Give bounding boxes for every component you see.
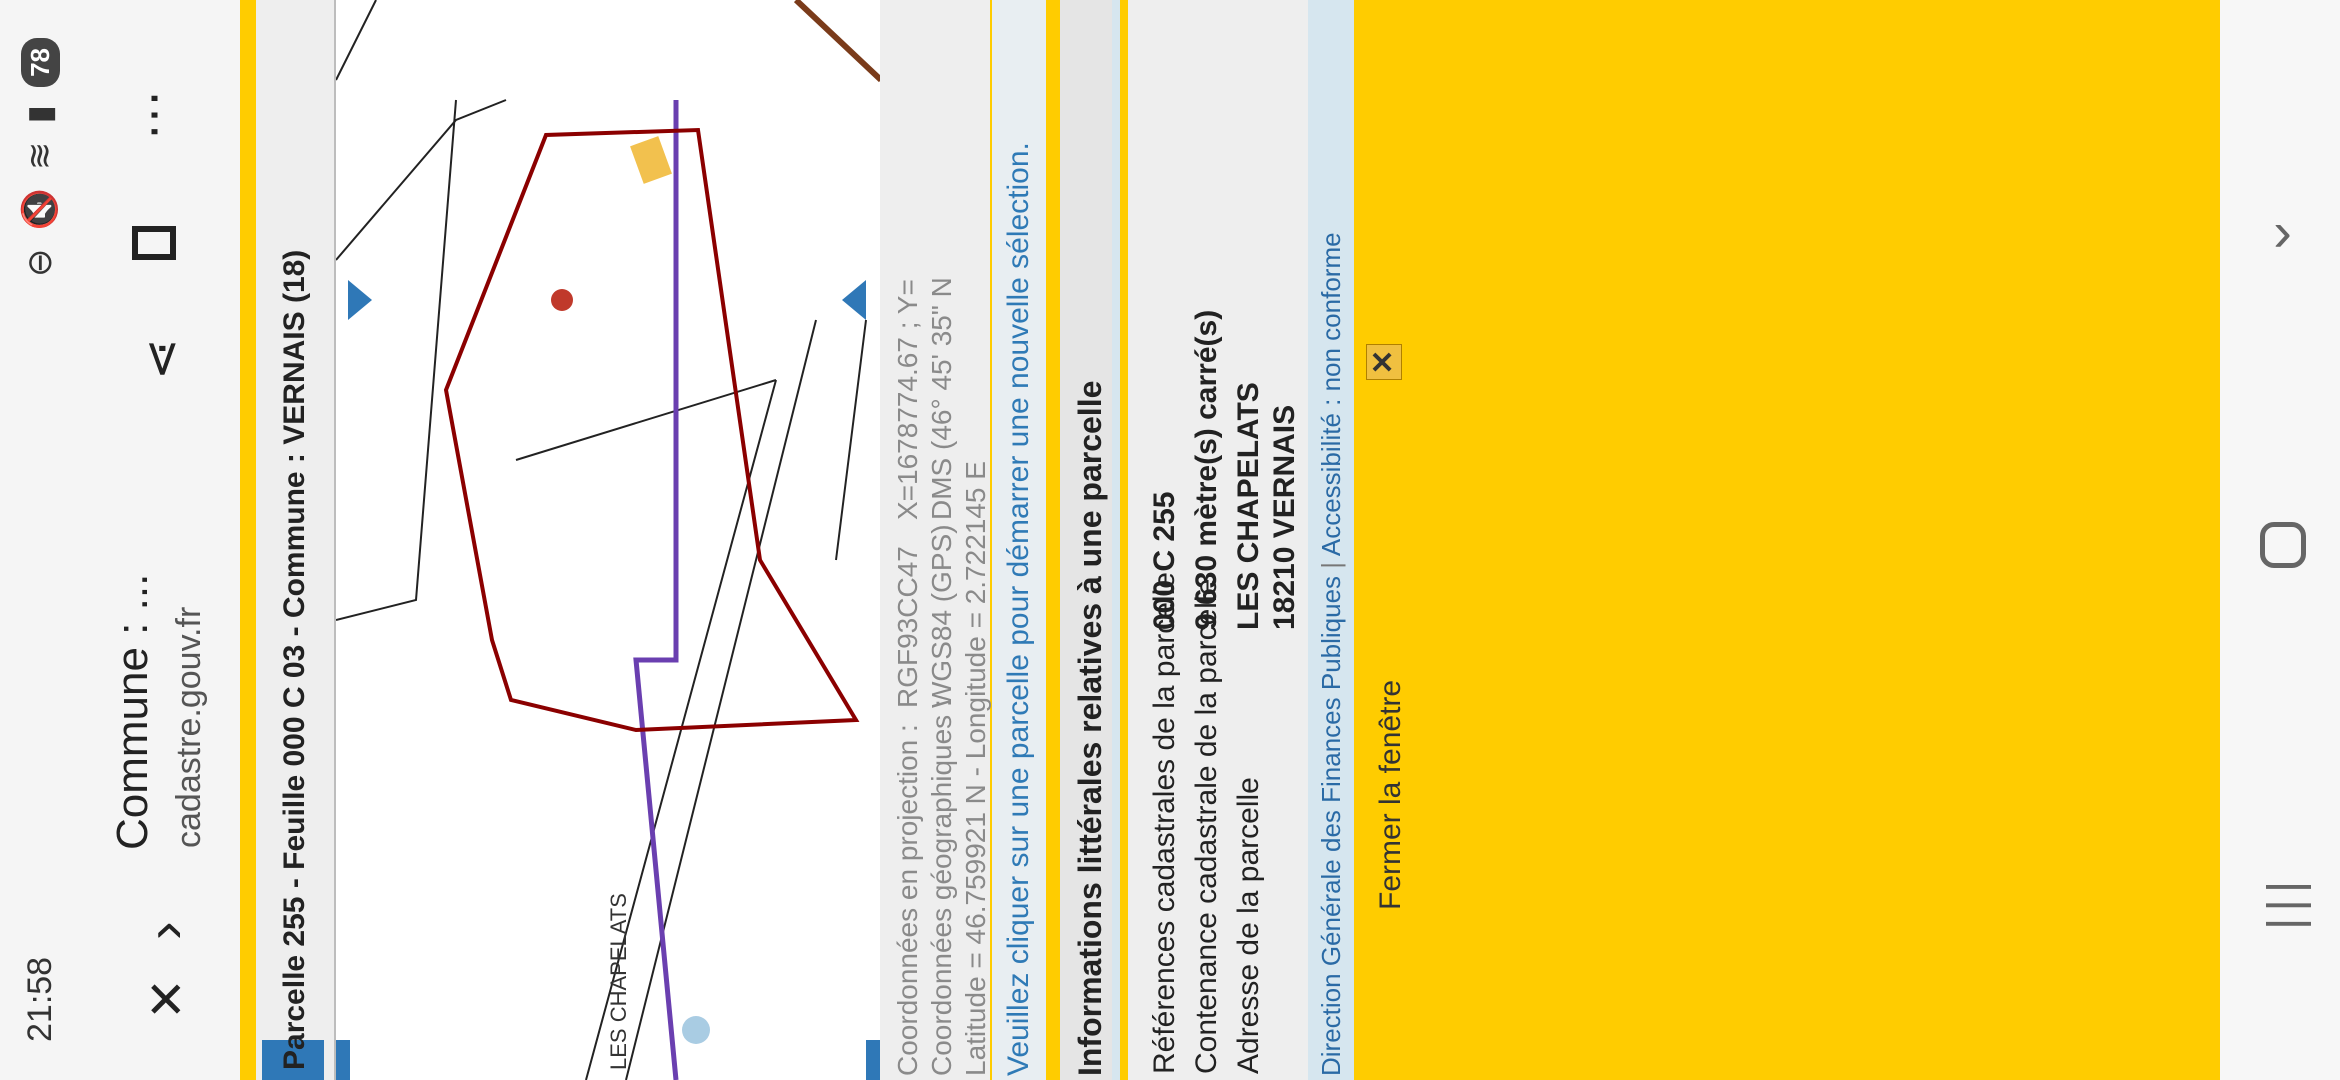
map-scale-bar: [336, 1040, 350, 1080]
bookmark-icon[interactable]: [132, 226, 176, 260]
footer-separator: |: [1316, 561, 1346, 569]
map-canvas[interactable]: LES CHAPELATS: [336, 0, 880, 1080]
decimal-coords: Latitude = 46.759921 N - Longitude = 2.7…: [960, 461, 991, 1076]
footer-links: Direction Générale des Finances Publique…: [1308, 0, 1354, 1080]
signal-icon: ▮: [21, 104, 59, 124]
brown-road: [793, 0, 880, 83]
cadastre-map[interactable]: LES CHAPELATS: [336, 0, 880, 1080]
dgfip-link[interactable]: Direction Générale des Finances Publique…: [1316, 576, 1346, 1076]
geo-system: WGS84 (GPS): [926, 524, 957, 708]
map-arrow-up-icon: [348, 280, 372, 320]
close-window-icon[interactable]: ✕: [1366, 344, 1402, 380]
android-nav-bar: ||| ‹: [2220, 0, 2340, 1080]
commune-border: [633, 100, 679, 1080]
info-label: Contenance cadastrale de la parcelle: [1190, 578, 1223, 1074]
geo-value: DMS (46° 45' 35" N: [926, 277, 957, 520]
map-line: [336, 99, 457, 621]
parcel-header: Parcelle 255 - Feuille 000 C 03 - Commun…: [256, 0, 338, 1080]
share-icon[interactable]: ⋖: [132, 338, 190, 380]
map-scale-bar: [866, 1040, 880, 1080]
info-value: 18210 VERNAIS: [1268, 404, 1301, 630]
map-line: [336, 99, 507, 261]
projection-system: RGF93CC47: [892, 546, 923, 708]
projection-value: X=1678774.67 ; Y=: [892, 279, 923, 520]
wifi-icon: ≋: [21, 141, 59, 171]
info-value: 000 C 255: [1148, 491, 1181, 630]
map-line: [625, 319, 817, 1080]
selection-hint[interactable]: Veuillez cliquer sur une parcelle pour d…: [992, 0, 1046, 1080]
info-label: Adresse de la parcelle: [1232, 777, 1265, 1074]
close-window-label[interactable]: Fermer la fenêtre: [1374, 680, 1408, 910]
place-label: LES CHAPELATS: [606, 893, 631, 1070]
page-url[interactable]: cadastre.gouv.fr: [170, 607, 209, 848]
location-marker: [551, 289, 573, 311]
selected-parcel: [443, 127, 860, 733]
mute-icon: 🔇: [21, 188, 59, 231]
recents-icon[interactable]: |||: [2258, 875, 2313, 930]
chevron-right-icon[interactable]: ›: [132, 921, 197, 940]
geo-label: Coordonnées géographiques :: [926, 699, 957, 1076]
page-title: Commune : ...: [108, 573, 157, 850]
info-title: Informations littérales relatives à une …: [1060, 0, 1120, 1080]
browser-toolbar: ✕ › Commune : ... cadastre.gouv.fr ⋖ ⋯: [80, 0, 240, 1080]
status-time: 21:58: [20, 956, 59, 1042]
battery-badge: 78: [20, 38, 60, 87]
coordinates-panel: Coordonnées en projection : RGF93CC47 X=…: [880, 0, 991, 1080]
status-bar: 21:58 ⊖ 🔇 ≋ ▮ 78: [0, 0, 80, 1080]
home-icon[interactable]: [2260, 522, 2306, 568]
info-label: Références cadastrales de la parcelle: [1148, 572, 1181, 1074]
water-spot: [682, 1016, 710, 1044]
phone-screen: 21:58 ⊖ 🔇 ≋ ▮ 78 ✕ › Commune : ... cadas…: [0, 0, 2340, 1080]
info-value: 9 630 mètre(s) carré(s): [1190, 309, 1223, 630]
projection-label: Coordonnées en projection :: [892, 724, 923, 1076]
map-line: [835, 319, 867, 561]
accessibility-link[interactable]: Accessibilité : non conforme: [1316, 232, 1346, 556]
close-window-row[interactable]: Fermer la fenêtre ✕: [1354, 0, 1430, 1080]
back-icon[interactable]: ‹: [2273, 208, 2292, 273]
close-icon[interactable]: ✕: [138, 978, 196, 1020]
building: [630, 136, 672, 184]
parcel-title: Parcelle 255 - Feuille 000 C 03 - Commun…: [278, 249, 311, 1070]
dnd-icon: ⊖: [21, 248, 59, 277]
info-value: LES CHAPELATS: [1232, 382, 1265, 630]
info-table: Références cadastrales de la parcelle 00…: [1128, 0, 1308, 1080]
more-vert-icon[interactable]: ⋯: [124, 88, 182, 140]
map-arrow-down-icon: [842, 280, 866, 320]
